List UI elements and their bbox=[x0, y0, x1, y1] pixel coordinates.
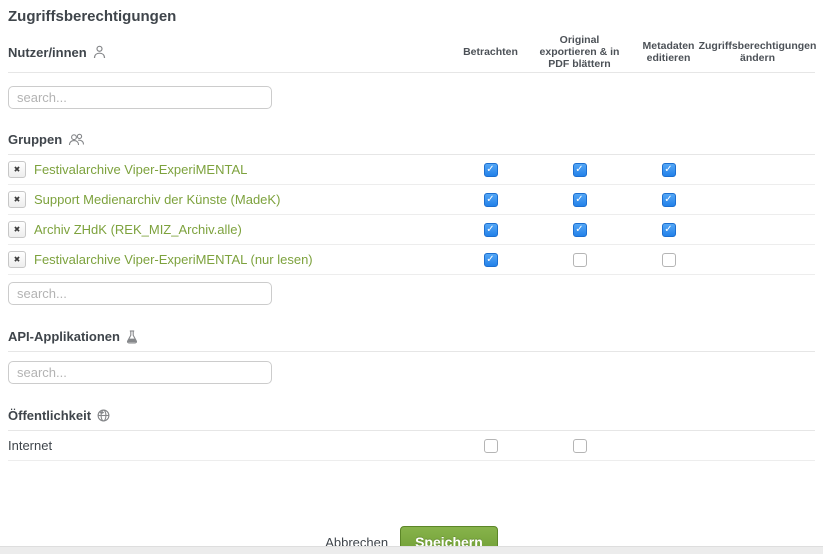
flask-icon bbox=[126, 330, 138, 344]
groups-header: Gruppen bbox=[8, 132, 815, 155]
public-header: Öffentlichkeit bbox=[8, 408, 815, 431]
group-row: ✖ Archiv ZHdK (REK_MIZ_Archiv.alle) ✓ ✓ ✓ bbox=[8, 215, 815, 245]
user-icon bbox=[93, 45, 106, 59]
group-name[interactable]: Festivalarchive Viper-ExperiMENTAL bbox=[34, 162, 247, 177]
permission-checkbox-checked[interactable]: ✓ bbox=[573, 163, 587, 177]
column-headers: Betrachten Original exportieren & in PDF… bbox=[446, 34, 802, 70]
group-name[interactable]: Festivalarchive Viper-ExperiMENTAL (nur … bbox=[34, 252, 313, 267]
permission-checkbox-unchecked[interactable] bbox=[484, 439, 498, 453]
permission-checkbox-unchecked[interactable] bbox=[573, 439, 587, 453]
group-row: ✖ Support Medienarchiv der Künste (MadeK)… bbox=[8, 185, 815, 215]
permission-checkbox-checked[interactable]: ✓ bbox=[662, 163, 676, 177]
remove-group-button[interactable]: ✖ bbox=[8, 251, 26, 268]
groups-search-input[interactable] bbox=[8, 282, 272, 305]
public-entry-name: Internet bbox=[8, 438, 52, 453]
users-header-row: Nutzer/innen Betrachten Original exporti… bbox=[8, 34, 815, 73]
groups-list: ✖ Festivalarchive Viper-ExperiMENTAL ✓ ✓ ✓ ✖ S… bbox=[8, 155, 815, 275]
permission-checkbox-checked[interactable]: ✓ bbox=[484, 223, 498, 237]
section-api-title: API-Applikationen bbox=[8, 329, 120, 344]
group-icon bbox=[68, 133, 85, 146]
section-users-title: Nutzer/innen bbox=[8, 45, 87, 60]
permission-checkbox-unchecked[interactable] bbox=[662, 253, 676, 267]
section-groups-title: Gruppen bbox=[8, 132, 62, 147]
column-header-betrachten: Betrachten bbox=[463, 46, 518, 58]
remove-group-button[interactable]: ✖ bbox=[8, 191, 26, 208]
permissions-dialog: Zugriffsberechtigungen Nutzer/innen Betr… bbox=[0, 0, 823, 554]
permission-checkbox-checked[interactable]: ✓ bbox=[662, 193, 676, 207]
column-header-export: Original exportieren & in PDF blättern bbox=[535, 34, 624, 70]
column-header-permissions: Zugriffsberechtigungen ändern bbox=[699, 40, 817, 64]
permission-checkbox-checked[interactable]: ✓ bbox=[484, 253, 498, 267]
api-header: API-Applikationen bbox=[8, 329, 815, 352]
page-bottom-strip bbox=[0, 546, 823, 554]
section-public-title: Öffentlichkeit bbox=[8, 408, 91, 423]
page-title: Zugriffsberechtigungen bbox=[8, 8, 815, 26]
globe-icon bbox=[97, 409, 110, 422]
group-row: ✖ Festivalarchive Viper-ExperiMENTAL (nur… bbox=[8, 245, 815, 275]
group-name[interactable]: Support Medienarchiv der Künste (MadeK) bbox=[34, 192, 280, 207]
api-search-input[interactable] bbox=[8, 361, 272, 384]
public-row: Internet bbox=[8, 431, 815, 461]
group-row: ✖ Festivalarchive Viper-ExperiMENTAL ✓ ✓ ✓ bbox=[8, 155, 815, 185]
permission-checkbox-checked[interactable]: ✓ bbox=[573, 223, 587, 237]
permission-checkbox-checked[interactable]: ✓ bbox=[484, 163, 498, 177]
permission-checkbox-checked[interactable]: ✓ bbox=[662, 223, 676, 237]
remove-group-button[interactable]: ✖ bbox=[8, 161, 26, 178]
permission-checkbox-unchecked[interactable] bbox=[573, 253, 587, 267]
permission-checkbox-checked[interactable]: ✓ bbox=[573, 193, 587, 207]
permission-checkbox-checked[interactable]: ✓ bbox=[484, 193, 498, 207]
users-search-input[interactable] bbox=[8, 86, 272, 109]
group-name[interactable]: Archiv ZHdK (REK_MIZ_Archiv.alle) bbox=[34, 222, 242, 237]
public-list: Internet bbox=[8, 431, 815, 461]
remove-group-button[interactable]: ✖ bbox=[8, 221, 26, 238]
